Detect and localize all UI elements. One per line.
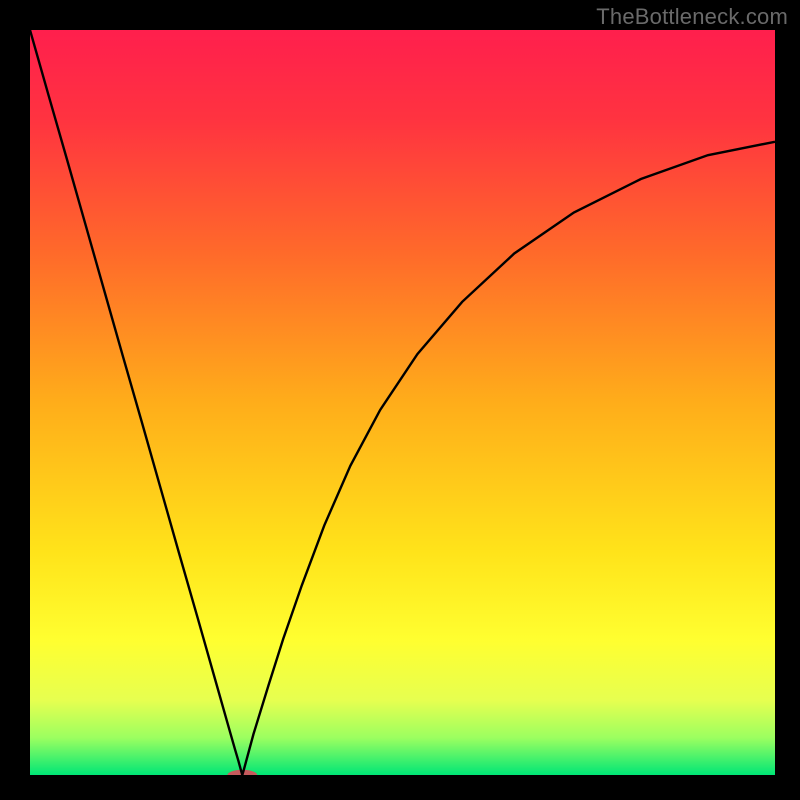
bottleneck-chart <box>30 30 775 775</box>
chart-frame: TheBottleneck.com <box>0 0 800 800</box>
gradient-background <box>30 30 775 775</box>
plot-area <box>30 30 775 775</box>
watermark-label: TheBottleneck.com <box>596 4 788 30</box>
